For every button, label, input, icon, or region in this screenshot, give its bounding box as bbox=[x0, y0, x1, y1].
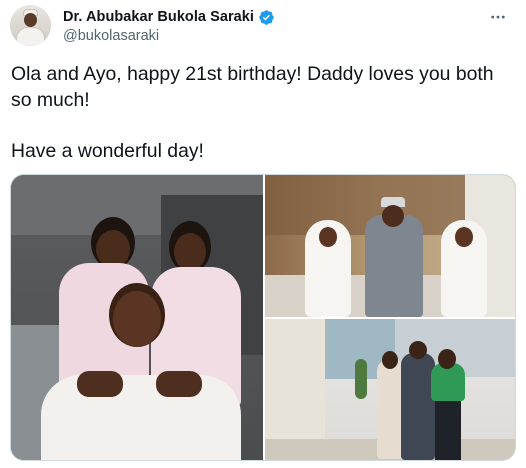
tweet: Dr. Abubakar Bukola Saraki @bukolasaraki… bbox=[0, 0, 526, 468]
photo-father-with-twins[interactable] bbox=[11, 175, 263, 460]
author-name-row[interactable]: Dr. Abubakar Bukola Saraki bbox=[63, 8, 275, 26]
author-handle[interactable]: @bukolasaraki bbox=[63, 28, 159, 44]
tweet-text-line: Have a wonderful day! bbox=[11, 140, 204, 162]
tweet-text-line: Ola and Ayo, happy 21st birthday! Daddy … bbox=[11, 63, 494, 111]
tweet-text: Ola and Ayo, happy 21st birthday! Daddy … bbox=[11, 61, 511, 164]
author-avatar[interactable] bbox=[10, 5, 51, 46]
photo-family-portrait[interactable] bbox=[265, 175, 515, 317]
verified-badge-icon bbox=[259, 9, 274, 25]
more-options-button[interactable] bbox=[487, 6, 509, 28]
author-display-name[interactable]: Dr. Abubakar Bukola Saraki bbox=[63, 9, 254, 25]
media-grid bbox=[10, 174, 516, 461]
more-options-icon bbox=[491, 15, 505, 19]
photo-father-with-daughters[interactable] bbox=[265, 319, 515, 460]
